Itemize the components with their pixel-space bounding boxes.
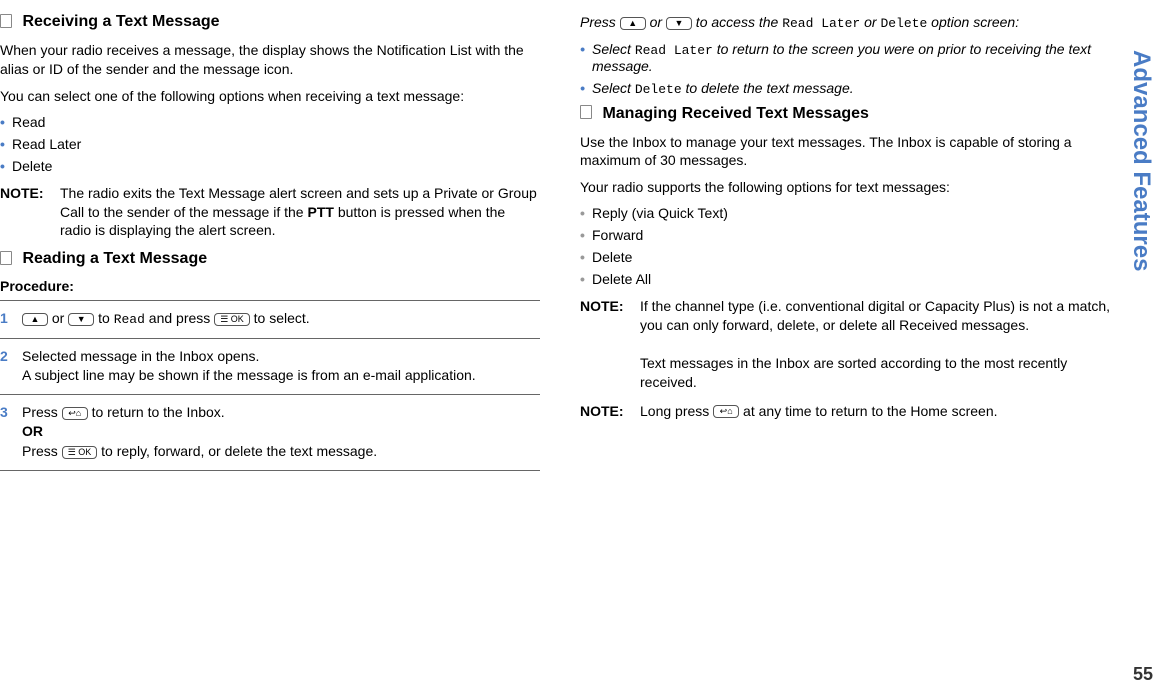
- note-block: NOTE: If the channel type (i.e. conventi…: [580, 297, 1120, 391]
- step-item: 3 Press ↩⌂ to return to the Inbox. OR Pr…: [0, 394, 540, 471]
- body-text: You can select one of the following opti…: [0, 87, 540, 106]
- list-item: Select Read Later to return to the scree…: [580, 41, 1120, 74]
- procedure-label: Procedure:: [0, 278, 540, 294]
- page-number: 55: [1133, 664, 1153, 685]
- step-body: Selected message in the Inbox opens. A s…: [22, 347, 476, 386]
- up-button-icon: ▲: [620, 17, 646, 30]
- step-body: ▲ or ▼ to Read and press ☰ OK to select.: [22, 309, 310, 329]
- list-item: Select Delete to delete the text message…: [580, 80, 1120, 97]
- step-number: 2: [0, 347, 14, 386]
- options-list: Read Read Later Delete: [0, 114, 540, 174]
- body-text: Use the Inbox to manage your text messag…: [580, 133, 1120, 171]
- note-label: NOTE:: [0, 184, 60, 241]
- step-number: 3: [0, 403, 14, 462]
- up-button-icon: ▲: [22, 313, 48, 326]
- note-body: The radio exits the Text Message alert s…: [60, 184, 540, 241]
- options-list: Select Read Later to return to the scree…: [580, 41, 1120, 97]
- body-text: Your radio supports the following option…: [580, 178, 1120, 197]
- section-heading-receiving: Receiving a Text Message: [0, 13, 540, 31]
- document-icon: [0, 14, 12, 28]
- document-icon: [580, 105, 592, 119]
- body-text: Press ▲ or ▼ to access the Read Later or…: [580, 13, 1120, 33]
- heading-text: Reading a Text Message: [22, 250, 207, 267]
- note-label: NOTE:: [580, 402, 640, 421]
- step-number: 1: [0, 309, 14, 329]
- list-item: Delete All: [580, 271, 1120, 287]
- heading-text: Managing Received Text Messages: [602, 105, 868, 122]
- section-heading-reading: Reading a Text Message: [0, 250, 540, 268]
- section-heading-managing: Managing Received Text Messages: [580, 105, 1120, 123]
- right-column: Press ▲ or ▼ to access the Read Later or…: [580, 0, 1120, 477]
- list-item: Delete: [0, 158, 540, 174]
- list-item: Delete: [580, 249, 1120, 265]
- note-block: NOTE: Long press ↩⌂ at any time to retur…: [580, 402, 1120, 421]
- list-item: Reply (via Quick Text): [580, 205, 1120, 221]
- options-list: Reply (via Quick Text) Forward Delete De…: [580, 205, 1120, 287]
- note-block: NOTE: The radio exits the Text Message a…: [0, 184, 540, 241]
- document-icon: [0, 251, 12, 265]
- step-item: 2 Selected message in the Inbox opens. A…: [0, 338, 540, 394]
- list-item: Read: [0, 114, 540, 130]
- procedure-steps: 1 ▲ or ▼ to Read and press ☰ OK to selec…: [0, 300, 540, 470]
- list-item: Read Later: [0, 136, 540, 152]
- note-body: Long press ↩⌂ at any time to return to t…: [640, 402, 998, 421]
- note-label: NOTE:: [580, 297, 640, 391]
- list-item: Forward: [580, 227, 1120, 243]
- note-body: If the channel type (i.e. conventional d…: [640, 297, 1120, 391]
- ok-button-icon: ☰ OK: [62, 446, 98, 459]
- step-body: Press ↩⌂ to return to the Inbox. OR Pres…: [22, 403, 377, 462]
- sidebar-title: Advanced Features: [1127, 50, 1155, 271]
- down-button-icon: ▼: [666, 17, 692, 30]
- left-column: Receiving a Text Message When your radio…: [0, 0, 540, 477]
- down-button-icon: ▼: [68, 313, 94, 326]
- back-button-icon: ↩⌂: [62, 407, 88, 420]
- body-text: When your radio receives a message, the …: [0, 41, 540, 79]
- heading-text: Receiving a Text Message: [22, 13, 219, 30]
- ok-button-icon: ☰ OK: [214, 313, 250, 326]
- back-button-icon: ↩⌂: [713, 405, 739, 418]
- step-item: 1 ▲ or ▼ to Read and press ☰ OK to selec…: [0, 300, 540, 337]
